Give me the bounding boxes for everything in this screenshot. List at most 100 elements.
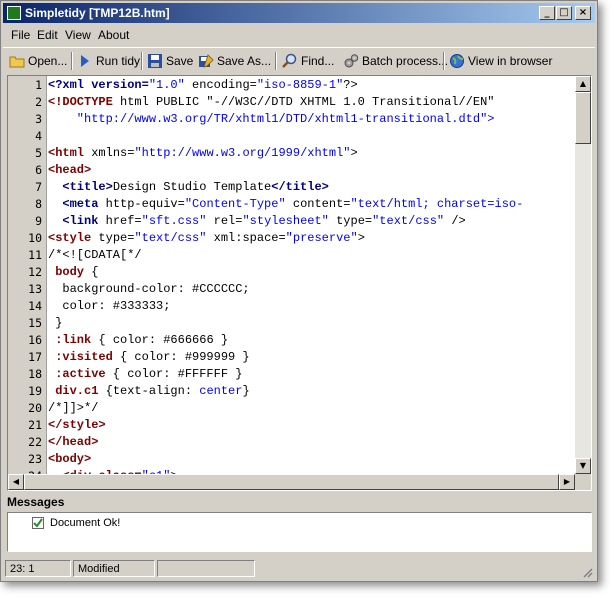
code-token: { color: #999999 } — [112, 350, 250, 364]
code-token: { color: #FFFFFF } — [105, 367, 243, 381]
status-bar: 23: 1 Modified — [3, 559, 595, 579]
save-as-label: Save As... — [217, 54, 272, 68]
code-line: <html xmlns="http://www.w3.org/1999/xhtm… — [48, 145, 358, 162]
find-button[interactable]: Find... — [282, 52, 334, 70]
scroll-right-button[interactable]: ▶ — [559, 474, 575, 490]
line-number: 16 — [28, 333, 42, 347]
menu-file[interactable]: File — [11, 28, 30, 42]
line-number: 11 — [28, 248, 42, 262]
line-number: 13 — [28, 282, 42, 296]
cursor-position: 23: 1 — [5, 560, 71, 577]
line-number: 22 — [28, 435, 42, 449]
code-line: <!DOCTYPE html PUBLIC "-//W3C//DTD XHTML… — [48, 94, 494, 111]
line-number: 9 — [35, 214, 42, 228]
code-editor[interactable]: 123456789101112131415161718192021222324 … — [7, 75, 592, 491]
code-token: { — [84, 265, 99, 279]
line-number: 8 — [35, 197, 42, 211]
code-token: </title> — [271, 180, 329, 194]
code-token: xmlns= — [84, 146, 135, 160]
horizontal-scroll-thumb[interactable] — [24, 474, 559, 490]
code-token: /> — [444, 214, 466, 228]
code-token: /*<![CDATA[*/ — [48, 248, 142, 262]
play-arrow-icon — [77, 53, 93, 69]
code-token: } — [242, 384, 250, 398]
maximize-button[interactable]: □ — [556, 6, 572, 20]
line-number: 12 — [28, 265, 42, 279]
menu-view[interactable]: View — [65, 28, 91, 42]
line-number: 14 — [28, 299, 42, 313]
code-token: :visited — [48, 350, 113, 364]
code-line: <link href="sft.css" rel="stylesheet" ty… — [48, 213, 466, 230]
messages-panel[interactable]: Document Ok! — [7, 512, 592, 552]
app-icon — [7, 6, 21, 20]
code-line: /*]]>*/ — [48, 400, 98, 417]
toolbar: Open... Run tidy Save Save As... Find... — [3, 47, 595, 74]
checkmark-icon — [32, 517, 44, 529]
line-number: 4 — [35, 129, 42, 143]
code-token: type= — [328, 214, 373, 228]
code-token: background-color: #CCCCCC; — [48, 282, 250, 296]
status-panel-empty — [157, 560, 255, 577]
code-line: <title>Design Studio Template</title> — [48, 179, 329, 196]
messages-header: Messages — [7, 495, 65, 509]
horizontal-scrollbar[interactable]: ◀ ▶ — [8, 474, 575, 490]
save-button[interactable]: Save — [147, 52, 193, 70]
save-label: Save — [166, 54, 194, 68]
code-token: > — [350, 146, 358, 160]
code-token: { color: #666666 } — [91, 333, 229, 347]
line-number-gutter: 123456789101112131415161718192021222324 — [8, 76, 47, 483]
code-token: "1.0" — [148, 78, 185, 92]
batch-process-button[interactable]: Batch process... — [343, 52, 448, 70]
code-token: type= — [91, 231, 135, 245]
code-token: } — [48, 316, 63, 330]
open-button[interactable]: Open... — [9, 52, 67, 70]
title-bar[interactable]: Simpletidy [TMP12B.htm] _ □ × — [3, 3, 595, 23]
code-token: <head> — [48, 163, 92, 177]
minimize-button[interactable]: _ — [539, 6, 555, 20]
line-number: 3 — [35, 112, 42, 126]
code-line: color: #333333; — [48, 298, 170, 315]
message-item[interactable]: Document Ok! — [32, 517, 120, 529]
code-token: center — [199, 384, 243, 398]
menu-about[interactable]: About — [98, 28, 129, 42]
menu-edit[interactable]: Edit — [37, 28, 58, 42]
code-token: :link — [48, 333, 92, 347]
code-area[interactable]: <?xml version="1.0" encoding="iso-8859-1… — [48, 76, 576, 474]
floppy-disk-icon — [147, 53, 163, 69]
code-token: xml:space= — [206, 231, 286, 245]
scroll-down-button[interactable]: ▼ — [575, 458, 591, 474]
vertical-scroll-thumb[interactable] — [575, 92, 591, 144]
line-number: 23 — [28, 452, 42, 466]
save-as-icon — [198, 53, 214, 69]
vertical-scrollbar[interactable]: ▲ ▼ — [575, 76, 591, 474]
code-token: "Content-Type" — [184, 197, 286, 211]
scroll-left-button[interactable]: ◀ — [8, 474, 24, 490]
line-number: 21 — [28, 418, 42, 432]
code-token: "http://www.w3.org/TR/xhtml1/DTD/xhtml1-… — [48, 112, 495, 126]
resize-grip-icon[interactable] — [581, 566, 593, 578]
code-token: <!DOCTYPE — [48, 95, 113, 109]
line-number: 1 — [35, 78, 42, 92]
code-line: <?xml version="1.0" encoding="iso-8859-1… — [48, 77, 358, 94]
code-line: body { — [48, 264, 98, 281]
code-token: rel= — [206, 214, 243, 228]
save-as-button[interactable]: Save As... — [198, 52, 271, 70]
code-line: <style type="text/css" xml:space="preser… — [48, 230, 365, 247]
code-token: "http://www.w3.org/1999/xhtml" — [134, 146, 351, 160]
code-line: background-color: #CCCCCC; — [48, 281, 250, 298]
line-number: 5 — [35, 146, 42, 160]
code-token: html PUBLIC "-//W3C//DTD XHTML 1.0 Trans… — [112, 95, 495, 109]
folder-icon — [9, 53, 25, 69]
code-token: "text/css" — [134, 231, 207, 245]
code-token: div.c1 — [48, 384, 99, 398]
view-in-browser-button[interactable]: View in browser — [449, 52, 552, 70]
line-number: 10 — [28, 231, 42, 245]
code-line: :visited { color: #999999 } — [48, 349, 250, 366]
scroll-up-button[interactable]: ▲ — [575, 76, 591, 92]
code-token: {text-align: — [98, 384, 200, 398]
close-button[interactable]: × — [575, 6, 591, 20]
scrollbar-corner — [575, 474, 591, 490]
run-tidy-button[interactable]: Run tidy — [77, 52, 140, 70]
code-line: <head> — [48, 162, 91, 179]
code-line: /*<![CDATA[*/ — [48, 247, 142, 264]
